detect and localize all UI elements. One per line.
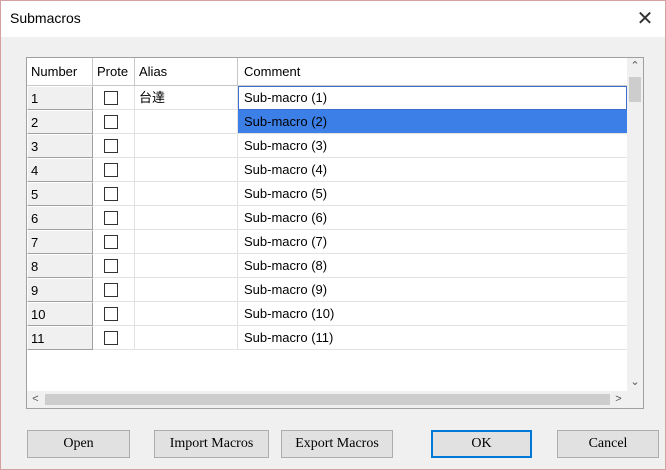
header-alias[interactable]: Alias — [135, 58, 238, 85]
table-row[interactable]: 1 台達 Sub-macro (1) — [27, 86, 627, 110]
comment-cell[interactable]: Sub-macro (5) — [238, 182, 627, 206]
protect-checkbox[interactable] — [104, 91, 118, 105]
row-number-cell[interactable]: 11 — [27, 326, 93, 350]
table-row[interactable]: 9 Sub-macro (9) — [27, 278, 627, 302]
comment-cell[interactable]: Sub-macro (6) — [238, 206, 627, 230]
comment-cell[interactable]: Sub-macro (4) — [238, 158, 627, 182]
close-icon[interactable]: ✕ — [631, 5, 659, 33]
protect-cell — [93, 278, 135, 302]
protect-cell — [93, 86, 135, 110]
comment-cell[interactable]: Sub-macro (1) — [238, 86, 627, 110]
protect-cell — [93, 134, 135, 158]
comment-cell[interactable]: Sub-macro (9) — [238, 278, 627, 302]
horizontal-scroll-thumb[interactable] — [45, 394, 610, 405]
protect-checkbox[interactable] — [104, 235, 118, 249]
protect-checkbox[interactable] — [104, 307, 118, 321]
protect-cell — [93, 254, 135, 278]
row-number-cell[interactable]: 8 — [27, 254, 93, 278]
grid-body: Number Prote Alias Comment 1 台達 Sub-macro … — [27, 58, 627, 391]
protect-cell — [93, 206, 135, 230]
row-number-cell[interactable]: 9 — [27, 278, 93, 302]
scrollbar-corner — [627, 391, 643, 408]
comment-cell[interactable]: Sub-macro (8) — [238, 254, 627, 278]
comment-cell[interactable]: Sub-macro (3) — [238, 134, 627, 158]
row-number-cell[interactable]: 2 — [27, 110, 93, 134]
protect-cell — [93, 158, 135, 182]
ok-button[interactable]: OK — [431, 430, 532, 458]
protect-checkbox[interactable] — [104, 139, 118, 153]
alias-cell[interactable] — [135, 254, 238, 278]
comment-cell[interactable]: Sub-macro (7) — [238, 230, 627, 254]
table-row[interactable]: 2 Sub-macro (2) — [27, 110, 627, 134]
scroll-right-icon[interactable]: > — [610, 391, 627, 408]
table-row[interactable]: 4 Sub-macro (4) — [27, 158, 627, 182]
alias-cell[interactable] — [135, 302, 238, 326]
alias-cell[interactable] — [135, 158, 238, 182]
table-row[interactable]: 8 Sub-macro (8) — [27, 254, 627, 278]
protect-checkbox[interactable] — [104, 187, 118, 201]
row-number-cell[interactable]: 3 — [27, 134, 93, 158]
comment-cell[interactable]: Sub-macro (11) — [238, 326, 627, 350]
alias-cell[interactable]: 台達 — [135, 86, 238, 110]
export-macros-button[interactable]: Export Macros — [281, 430, 393, 458]
vertical-scrollbar[interactable]: ⌃ ⌄ — [627, 58, 643, 391]
dialog-title: Submacros — [10, 10, 81, 26]
title-bar: Submacros ✕ — [1, 1, 665, 37]
row-number-cell[interactable]: 7 — [27, 230, 93, 254]
header-comment[interactable]: Comment — [238, 58, 627, 85]
row-number-cell[interactable]: 6 — [27, 206, 93, 230]
alias-cell[interactable] — [135, 110, 238, 134]
row-number-cell[interactable]: 1 — [27, 86, 93, 110]
open-button[interactable]: Open — [27, 430, 130, 458]
protect-cell — [93, 182, 135, 206]
alias-cell[interactable] — [135, 278, 238, 302]
row-number-cell[interactable]: 5 — [27, 182, 93, 206]
protect-checkbox[interactable] — [104, 283, 118, 297]
row-number-cell[interactable]: 4 — [27, 158, 93, 182]
import-macros-button[interactable]: Import Macros — [154, 430, 269, 458]
table-row[interactable]: 6 Sub-macro (6) — [27, 206, 627, 230]
protect-cell — [93, 302, 135, 326]
alias-cell[interactable] — [135, 206, 238, 230]
header-protect[interactable]: Prote — [93, 58, 135, 85]
horizontal-scrollbar[interactable]: < > — [27, 391, 627, 408]
grid-header: Number Prote Alias Comment — [27, 58, 627, 86]
protect-checkbox[interactable] — [104, 331, 118, 345]
protect-cell — [93, 326, 135, 350]
protect-checkbox[interactable] — [104, 163, 118, 177]
alias-cell[interactable] — [135, 182, 238, 206]
scroll-up-icon[interactable]: ⌃ — [627, 58, 643, 75]
protect-checkbox[interactable] — [104, 211, 118, 225]
vertical-scroll-thumb[interactable] — [629, 77, 641, 102]
comment-cell[interactable]: Sub-macro (10) — [238, 302, 627, 326]
table-row[interactable]: 10 Sub-macro (10) — [27, 302, 627, 326]
submacros-dialog: Submacros ✕ Number Prote Alias Comment 1… — [0, 0, 666, 470]
table-row[interactable]: 5 Sub-macro (5) — [27, 182, 627, 206]
protect-checkbox[interactable] — [104, 259, 118, 273]
table-row[interactable]: 7 Sub-macro (7) — [27, 230, 627, 254]
alias-cell[interactable] — [135, 326, 238, 350]
scroll-left-icon[interactable]: < — [27, 391, 44, 408]
protect-checkbox[interactable] — [104, 115, 118, 129]
protect-cell — [93, 110, 135, 134]
cancel-button[interactable]: Cancel — [557, 430, 659, 458]
submacro-grid: Number Prote Alias Comment 1 台達 Sub-macro … — [26, 57, 644, 409]
alias-cell[interactable] — [135, 230, 238, 254]
table-row[interactable]: 11 Sub-macro (11) — [27, 326, 627, 350]
table-row[interactable]: 3 Sub-macro (3) — [27, 134, 627, 158]
row-number-cell[interactable]: 10 — [27, 302, 93, 326]
comment-cell[interactable]: Sub-macro (2) — [238, 110, 627, 134]
protect-cell — [93, 230, 135, 254]
header-number[interactable]: Number — [27, 58, 93, 85]
alias-cell[interactable] — [135, 134, 238, 158]
scroll-down-icon[interactable]: ⌄ — [627, 374, 643, 391]
